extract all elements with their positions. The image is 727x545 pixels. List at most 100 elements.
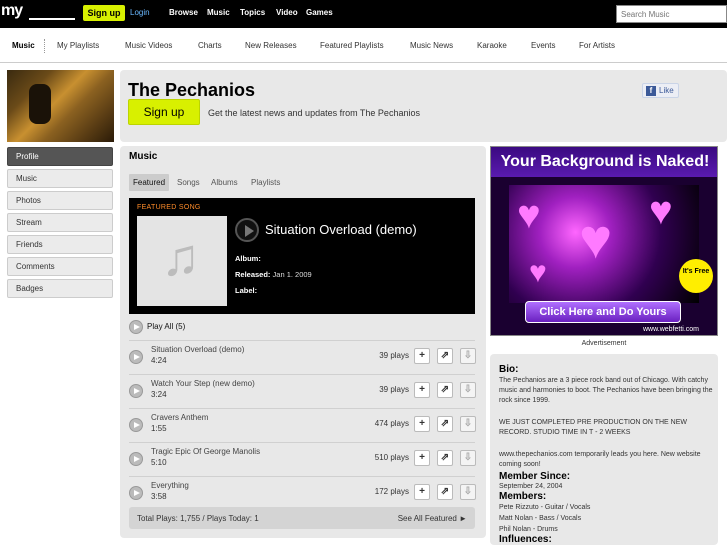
subnav-music-videos[interactable]: Music Videos <box>125 41 172 50</box>
bio-announcement: WE JUST COMPLETED PRE PRODUCTION ON THE … <box>499 419 687 436</box>
song-play-button[interactable] <box>129 384 143 398</box>
tab-songs[interactable]: Songs <box>177 174 200 191</box>
album-cover: ♫ <box>137 216 227 306</box>
top-bar: my Sign up Login Browse Music Topics Vid… <box>0 0 727 28</box>
share-icon[interactable]: ⇗ <box>437 382 453 398</box>
subnav-charts[interactable]: Charts <box>198 41 222 50</box>
nav-browse[interactable]: Browse <box>169 8 198 17</box>
subnav-featured-playlists[interactable]: Featured Playlists <box>320 41 384 50</box>
play-icon <box>134 324 140 330</box>
like-label: Like <box>659 86 674 95</box>
featured-label-row: Label: <box>235 286 257 295</box>
song-row[interactable]: Situation Overload (demo) 4:24 39 plays … <box>129 340 476 374</box>
facebook-icon: f <box>646 86 656 96</box>
tab-featured[interactable]: Featured <box>129 174 170 191</box>
subnav-for-artists[interactable]: For Artists <box>579 41 615 50</box>
play-icon <box>134 388 140 394</box>
add-icon[interactable]: + <box>414 416 430 432</box>
see-all-featured-link[interactable]: See All Featured ► <box>398 514 467 523</box>
signup-button[interactable]: Sign up <box>83 5 125 21</box>
song-play-button[interactable] <box>129 418 143 432</box>
subnav-music[interactable]: Music <box>12 41 35 50</box>
featured-label: FEATURED SONG <box>137 204 201 211</box>
download-icon[interactable]: ⇩ <box>460 382 476 398</box>
bio-text: The Pechanios are a 3 piece rock band ou… <box>499 377 713 404</box>
sidebar-item-profile[interactable]: Profile <box>7 147 113 166</box>
member-since-heading: Member Since: <box>499 471 571 482</box>
sidebar-item-badges[interactable]: Badges <box>7 279 113 298</box>
nav-video[interactable]: Video <box>276 8 298 17</box>
share-icon[interactable]: ⇗ <box>437 348 453 364</box>
song-title[interactable]: Watch Your Step (new demo) <box>151 379 255 388</box>
subnav-new-releases[interactable]: New Releases <box>245 41 297 50</box>
song-title[interactable]: Cravers Anthem <box>151 413 208 422</box>
song-title[interactable]: Tragic Epic Of George Manolis <box>151 447 260 456</box>
ad-cta-button[interactable]: Click Here and Do Yours <box>525 301 681 323</box>
download-icon[interactable]: ⇩ <box>460 484 476 500</box>
nav-music[interactable]: Music <box>207 8 230 17</box>
download-icon[interactable]: ⇩ <box>460 416 476 432</box>
share-icon[interactable]: ⇗ <box>437 416 453 432</box>
advertisement-banner[interactable]: Your Background is Naked! ♥ ♥ ♥ ♥ It's F… <box>490 146 718 336</box>
song-plays: 172 plays <box>374 487 409 496</box>
nav-topics[interactable]: Topics <box>240 8 265 17</box>
song-plays: 510 plays <box>374 453 409 462</box>
subnav-karaoke[interactable]: Karaoke <box>477 41 507 50</box>
sidebar-item-photos[interactable]: Photos <box>7 191 113 210</box>
featured-play-button[interactable] <box>235 218 259 242</box>
tab-albums[interactable]: Albums <box>211 174 238 191</box>
tab-playlists[interactable]: Playlists <box>251 174 280 191</box>
ad-headline: Your Background is Naked! <box>491 147 717 177</box>
featured-album-row: Album: <box>235 254 261 263</box>
song-plays: 39 plays <box>379 351 409 360</box>
band-photo[interactable] <box>7 70 114 142</box>
song-play-button[interactable] <box>129 452 143 466</box>
download-icon[interactable]: ⇩ <box>460 450 476 466</box>
download-icon[interactable]: ⇩ <box>460 348 476 364</box>
play-all-button[interactable] <box>129 320 143 334</box>
song-title[interactable]: Everything <box>151 481 189 490</box>
ad-artwork: ♥ ♥ ♥ ♥ <box>509 185 699 303</box>
subnav-my-playlists[interactable]: My Playlists <box>57 41 99 50</box>
nav-games[interactable]: Games <box>306 8 333 17</box>
sidebar-item-friends[interactable]: Friends <box>7 235 113 254</box>
song-play-button[interactable] <box>129 350 143 364</box>
song-duration: 3:58 <box>151 492 167 501</box>
share-icon[interactable]: ⇗ <box>437 484 453 500</box>
login-link[interactable]: Login <box>130 8 150 17</box>
song-row[interactable]: Tragic Epic Of George Manolis 5:10 510 p… <box>129 442 476 476</box>
band-signup-button[interactable]: Sign up <box>128 99 200 125</box>
influences-heading: Influences: <box>499 534 552 545</box>
song-row[interactable]: Cravers Anthem 1:55 474 plays + ⇗ ⇩ <box>129 408 476 442</box>
song-row[interactable]: Watch Your Step (new demo) 3:24 39 plays… <box>129 374 476 408</box>
sidebar-item-stream[interactable]: Stream <box>7 213 113 232</box>
play-icon <box>134 456 140 462</box>
subnav-events[interactable]: Events <box>531 41 555 50</box>
advertisement-label: Advertisement <box>581 340 627 347</box>
sidebar-item-music[interactable]: Music <box>7 169 113 188</box>
subnav-divider <box>44 39 45 53</box>
song-row[interactable]: Everything 3:58 172 plays + ⇗ ⇩ <box>129 476 476 510</box>
add-icon[interactable]: + <box>414 484 430 500</box>
sidebar-item-comments[interactable]: Comments <box>7 257 113 276</box>
play-all-row[interactable]: Play All (5) <box>129 320 475 335</box>
share-icon[interactable]: ⇗ <box>437 450 453 466</box>
play-all-label: Play All (5) <box>147 322 186 331</box>
subnav-music-news[interactable]: Music News <box>410 41 453 50</box>
add-icon[interactable]: + <box>414 450 430 466</box>
music-note-icon: ♫ <box>161 229 200 287</box>
logo-text: my <box>1 2 23 19</box>
music-heading: Music <box>129 151 158 162</box>
song-title[interactable]: Situation Overload (demo) <box>151 345 244 354</box>
add-icon[interactable]: + <box>414 382 430 398</box>
song-play-button[interactable] <box>129 486 143 500</box>
released-value: Jan 1. 2009 <box>272 270 312 279</box>
add-icon[interactable]: + <box>414 348 430 364</box>
facebook-like-button[interactable]: f Like <box>642 83 679 98</box>
band-title: The Pechanios <box>128 80 256 100</box>
record-label-label: Label: <box>235 286 258 295</box>
search-input[interactable] <box>616 5 727 23</box>
heart-icon: ♥ <box>649 189 673 233</box>
song-duration: 3:24 <box>151 390 167 399</box>
site-logo[interactable]: my <box>1 2 75 23</box>
